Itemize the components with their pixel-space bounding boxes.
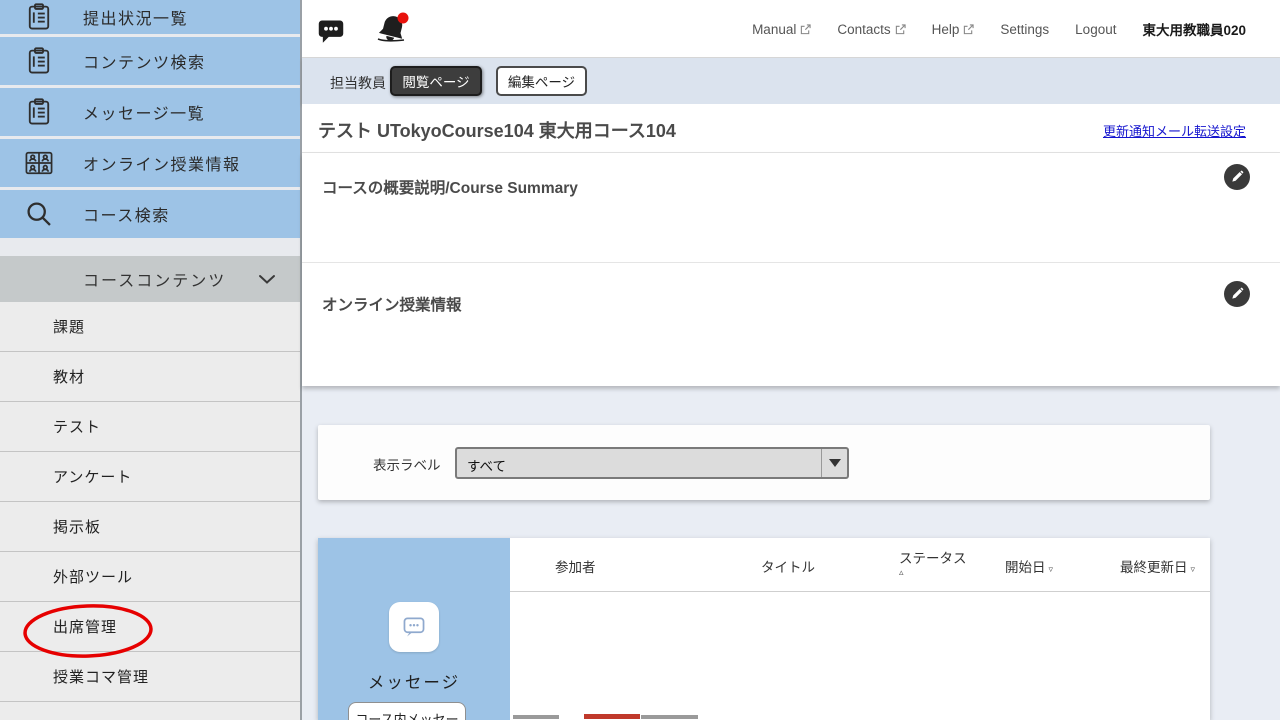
message-widget-tile[interactable] [389, 602, 439, 652]
clipped-row-fragment [513, 715, 559, 719]
sidebar-item-label: オンライン授業情報 [83, 151, 241, 175]
chevron-down-icon [258, 274, 276, 285]
message-table-header [510, 538, 1210, 592]
sidebar-group-course-contents[interactable]: コースコンテンツ [0, 256, 300, 302]
select-arrow [821, 449, 847, 477]
nav-manual-link[interactable]: Manual [752, 22, 811, 37]
display-label-select[interactable]: すべて [455, 447, 849, 479]
sidebar-item-materials[interactable]: 教材 [0, 352, 300, 402]
external-link-icon [963, 24, 974, 35]
sidebar-item-attendance[interactable]: 出席管理 [0, 602, 300, 652]
sidebar: 提出状況一覧 コンテンツ検索 メッセージ一覧 [0, 0, 302, 720]
column-label: 開始日 [1005, 560, 1046, 575]
video-meeting-grid-icon [22, 146, 56, 180]
nav-manual-label: Manual [752, 22, 796, 37]
column-header-title[interactable]: タイトル [761, 556, 815, 576]
sidebar-item-online-class-info[interactable]: オンライン授業情報 [0, 139, 300, 187]
nav-contacts-label: Contacts [837, 22, 890, 37]
section-course-summary: コースの概要説明/Course Summary [302, 153, 1280, 263]
column-header-last-updated[interactable]: 最終更新日▿ [1120, 556, 1195, 576]
chat-bubble-icon[interactable] [316, 16, 346, 45]
filter-label: 表示ラベル [373, 454, 441, 474]
clipboard-icon [22, 44, 56, 78]
course-message-button[interactable]: コース内メッセージ [348, 702, 466, 720]
sidebar-item-partial[interactable] [0, 702, 300, 720]
course-title-bar: テスト UTokyoCourse104 東大用コース104 更新通知メール転送設… [302, 104, 1280, 153]
sidebar-item-label: 教材 [53, 366, 85, 387]
external-link-icon [895, 24, 906, 35]
sidebar-item-label: 授業コマ管理 [53, 666, 149, 687]
sidebar-item-label: アンケート [53, 466, 132, 487]
external-link-icon [800, 24, 811, 35]
sidebar-item-course-search[interactable]: コース検索 [0, 190, 300, 238]
sidebar-item-message-list[interactable]: メッセージ一覧 [0, 88, 300, 136]
sidebar-item-assignments[interactable]: 課題 [0, 302, 300, 352]
course-title: テスト UTokyoCourse104 東大用コース104 [318, 117, 676, 143]
message-widget-panel: メッセージ コース内メッセージ [318, 538, 510, 720]
clipped-row-fragment [641, 715, 698, 719]
selected-option: すべて [467, 455, 506, 475]
sidebar-item-submission-status[interactable]: 提出状況一覧 [0, 0, 300, 34]
sidebar-group-label: コースコンテンツ [83, 267, 226, 291]
nav-logout-link[interactable]: Logout [1075, 22, 1116, 37]
top-nav: Manual Contacts Help Settings Logout 東大用… [752, 0, 1246, 58]
tab-edit-page[interactable]: 編集ページ [496, 66, 587, 96]
pencil-icon [1230, 287, 1244, 301]
section-heading: コースの概要説明/Course Summary [322, 176, 578, 198]
sidebar-item-label: 課題 [53, 316, 85, 337]
sidebar-item-surveys[interactable]: アンケート [0, 452, 300, 502]
sidebar-item-label: 掲示板 [53, 516, 101, 537]
sidebar-item-external-tools[interactable]: 外部ツール [0, 552, 300, 602]
sort-asc-icon[interactable]: ▵ [899, 567, 904, 578]
clipped-row-fragment [584, 714, 640, 719]
sidebar-item-label: 外部ツール [53, 566, 133, 587]
sidebar-item-label: コース検索 [83, 202, 170, 226]
column-header-participants[interactable]: 参加者 [555, 556, 596, 576]
sidebar-item-label: コンテンツ検索 [83, 49, 206, 73]
nav-settings-label: Settings [1000, 22, 1049, 37]
column-header-start-date[interactable]: 開始日▿ [1005, 556, 1053, 576]
role-label: 担当教員 [330, 73, 386, 93]
nav-help-link[interactable]: Help [932, 22, 975, 37]
pencil-icon [1230, 170, 1244, 184]
sidebar-item-bulletin-board[interactable]: 掲示板 [0, 502, 300, 552]
sidebar-item-label: メッセージ一覧 [83, 100, 205, 124]
sidebar-item-tests[interactable]: テスト [0, 402, 300, 452]
column-header-status[interactable]: ステータス [899, 547, 967, 567]
main-area: Manual Contacts Help Settings Logout 東大用… [302, 0, 1280, 720]
nav-help-label: Help [932, 22, 960, 37]
bell-notification-icon[interactable] [372, 12, 412, 48]
nav-contacts-link[interactable]: Contacts [837, 22, 905, 37]
nav-settings-link[interactable]: Settings [1000, 22, 1049, 37]
clipboard-icon [22, 95, 56, 129]
clipboard-icon [22, 0, 56, 34]
widget-title: メッセージ [318, 669, 510, 693]
speech-bubble-icon [400, 614, 428, 640]
search-icon [22, 197, 56, 231]
logged-in-user: 東大用教職員020 [1142, 19, 1246, 39]
sidebar-item-class-slot-management[interactable]: 授業コマ管理 [0, 652, 300, 702]
sidebar-item-label: 出席管理 [53, 616, 117, 637]
sort-desc-icon: ▿ [1049, 564, 1054, 574]
edit-pencil-button[interactable] [1224, 164, 1250, 190]
nav-logout-label: Logout [1075, 22, 1116, 37]
tab-view-page[interactable]: 閲覧ページ [390, 66, 482, 96]
edit-pencil-button[interactable] [1224, 281, 1250, 307]
sort-desc-icon: ▿ [1191, 564, 1196, 574]
tab-bar: 担当教員 閲覧ページ 編集ページ [302, 58, 1280, 104]
column-label: 最終更新日 [1120, 560, 1188, 575]
label-filter-card: 表示ラベル すべて [318, 425, 1210, 500]
sidebar-item-content-search[interactable]: コンテンツ検索 [0, 37, 300, 85]
section-online-class-info: オンライン授業情報 [302, 263, 1280, 386]
sidebar-item-label: 提出状況一覧 [83, 5, 188, 29]
message-widget-card: メッセージ コース内メッセージ 参加者 タイトル ステータス ▵ 開始日▿ 最終… [318, 538, 1210, 720]
section-heading: オンライン授業情報 [322, 293, 462, 315]
update-notification-mail-link[interactable]: 更新通知メール転送設定 [1103, 121, 1246, 140]
course-sections: コースの概要説明/Course Summary オンライン授業情報 [302, 153, 1280, 386]
sidebar-item-label: テスト [53, 416, 101, 437]
top-header: Manual Contacts Help Settings Logout 東大用… [302, 0, 1280, 58]
